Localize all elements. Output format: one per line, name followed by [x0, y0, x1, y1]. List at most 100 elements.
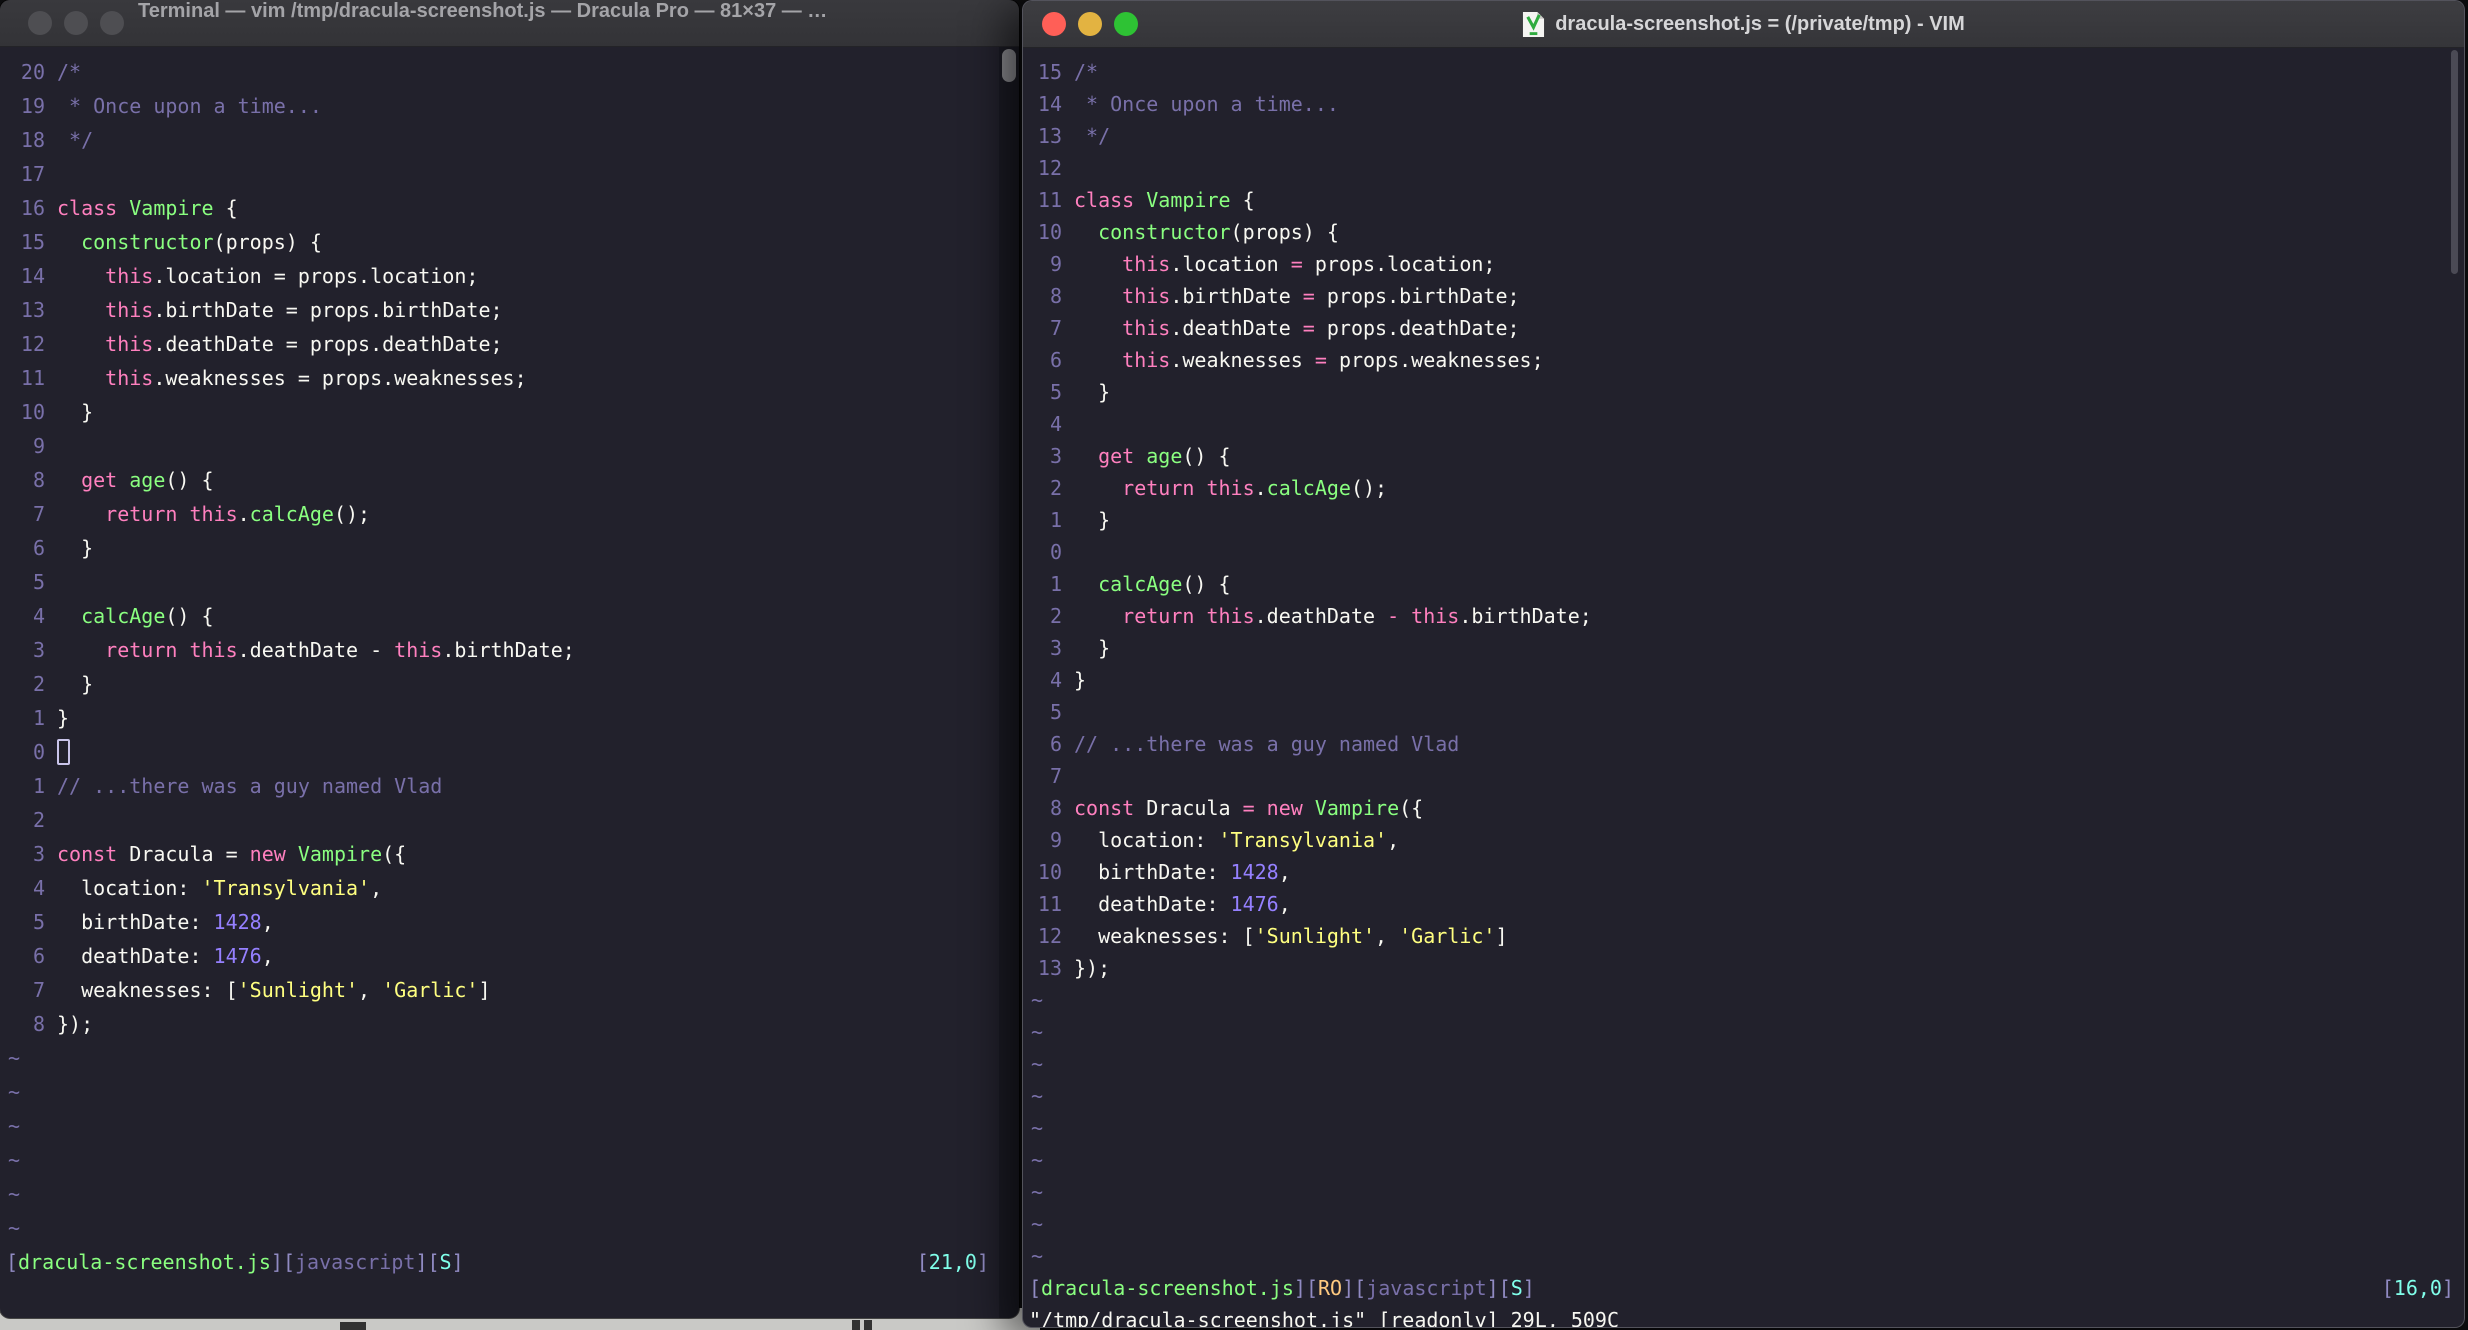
- vim-editor-left[interactable]: 20/* 19 * Once upon a time... 18 */17 16 cla…: [0, 47, 1019, 1318]
- code-line: 5: [1023, 696, 2464, 728]
- code-line: 7 return this.calcAge();: [0, 497, 1019, 531]
- code-token: [: [6, 1250, 19, 1274]
- code-line: 3 return this.deathDate - this.birthDate…: [0, 633, 1019, 667]
- code-token: ]: [1495, 924, 1508, 948]
- code-line: 2: [0, 803, 1019, 837]
- code-token: class: [1074, 188, 1147, 212]
- code-line: 6 deathDate: 1476,: [0, 939, 1019, 973]
- line-text: get age() {: [1074, 440, 1231, 472]
- line-text: this.location = props.location;: [1074, 248, 1495, 280]
- code-token: calcAge: [249, 502, 334, 526]
- code-token: () {: [1182, 572, 1231, 596]
- code-line: 10 constructor(props) {: [1023, 216, 2464, 248]
- code-line: 11 class Vampire {: [1023, 184, 2464, 216]
- code-token: (props) {: [1230, 220, 1339, 244]
- code-token: 'Garlic': [1399, 924, 1496, 948]
- line-number: 2: [1049, 604, 1062, 628]
- scrollbar-track[interactable]: [999, 47, 1019, 1318]
- code-token: .location = props.location;: [153, 264, 479, 288]
- tilde-lines: ~ ~ ~ ~ ~ ~: [0, 1041, 1019, 1245]
- code-line: 13});: [1023, 952, 2464, 984]
- code-token: return this: [1122, 604, 1255, 628]
- background-text-fragment: [852, 1320, 860, 1330]
- code-token: 1428: [213, 910, 262, 934]
- line-text: }: [1074, 632, 1110, 664]
- macvim-titlebar[interactable]: dracula-screenshot.js = (/private/tmp) -…: [1023, 1, 2464, 48]
- code-token: .: [237, 502, 250, 526]
- code-line: 5: [0, 565, 1019, 599]
- close-button[interactable]: [28, 11, 52, 35]
- line-text: calcAge() {: [1074, 568, 1231, 600]
- code-token: 1428: [1230, 860, 1279, 884]
- line-number: 1: [32, 774, 45, 798]
- code-token: */: [57, 128, 94, 152]
- code-line: 14 * Once upon a time...: [1023, 88, 2464, 120]
- code-line: 8 get age() {: [0, 463, 1019, 497]
- line-number: 2: [32, 672, 45, 696]
- background-text-fragment: [340, 1322, 366, 1330]
- code-token: - this: [1387, 604, 1460, 628]
- scrollbar-thumb[interactable]: [2451, 50, 2458, 274]
- code-token: this: [1122, 252, 1171, 276]
- code-token: 'Transylvania': [201, 876, 371, 900]
- line-text: /*: [57, 55, 81, 89]
- code-line: 12: [1023, 152, 2464, 184]
- code-token: .deathDate -: [237, 638, 395, 662]
- line-number: 4: [1049, 668, 1062, 692]
- code-token: () {: [165, 604, 214, 628]
- code-token: S: [439, 1250, 452, 1274]
- code-token: =: [1302, 284, 1327, 308]
- code-line: 11 deathDate: 1476,: [1023, 888, 2464, 920]
- code-token: get: [81, 468, 130, 492]
- code-token: dracula-screenshot.js: [1041, 1276, 1294, 1300]
- line-text: class Vampire {: [57, 191, 238, 225]
- scrollbar-thumb[interactable]: [1002, 49, 1016, 82]
- code-line: 1 calcAge() {: [1023, 568, 2464, 600]
- line-number: 1: [1049, 572, 1062, 596]
- tilde-line: ~: [1031, 1212, 1044, 1236]
- line-number: 5: [32, 570, 45, 594]
- code-line: 8 const Dracula = new Vampire({: [1023, 792, 2464, 824]
- code-token: dracula-screenshot.js: [18, 1250, 271, 1274]
- code-line: 3 }: [1023, 632, 2464, 664]
- line-number: 3: [1049, 636, 1062, 660]
- code-line: 0: [1023, 536, 2464, 568]
- code-line: 4 calcAge() {: [0, 599, 1019, 633]
- line-number: 15: [1037, 60, 1062, 84]
- tilde-line: ~: [1031, 1180, 1044, 1204]
- vim-editor-right[interactable]: 15/* 14 * Once upon a time... 13 */12 11 cla…: [1023, 48, 2464, 1327]
- code-token: get: [1098, 444, 1147, 468]
- code-token: calcAge: [1098, 572, 1183, 596]
- code-token: S: [1510, 1276, 1523, 1300]
- code-token: ,: [370, 876, 383, 900]
- code-line: 6 }: [0, 531, 1019, 565]
- code-token: 'Transylvania': [1218, 828, 1388, 852]
- tilde-line: ~: [8, 1216, 21, 1240]
- code-line: 1 }: [1023, 504, 2464, 536]
- code-token: 21,0: [928, 1250, 977, 1274]
- code-token: }: [57, 706, 70, 730]
- line-text: constructor(props) {: [1074, 216, 1339, 248]
- code-token: () {: [165, 468, 214, 492]
- terminal-titlebar[interactable]: Terminal — vim /tmp/dracula-screenshot.j…: [0, 0, 1019, 47]
- zoom-button[interactable]: [100, 11, 124, 35]
- line-number: 16: [20, 196, 45, 220]
- minimize-button[interactable]: [64, 11, 88, 35]
- code-token: javascript: [1366, 1276, 1487, 1300]
- code-token: () {: [1182, 444, 1231, 468]
- code-token: .deathDate: [1170, 316, 1303, 340]
- code-token: ,: [1278, 860, 1291, 884]
- code-token: {: [1230, 188, 1255, 212]
- code-token: .birthDate;: [442, 638, 575, 662]
- line-number: 5: [1049, 700, 1062, 724]
- tilde-line: ~: [8, 1114, 21, 1138]
- code-line: 5 birthDate: 1428,: [0, 905, 1019, 939]
- line-number: 13: [20, 298, 45, 322]
- code-line: 5 }: [1023, 376, 2464, 408]
- code-line: 15 constructor(props) {: [0, 225, 1019, 259]
